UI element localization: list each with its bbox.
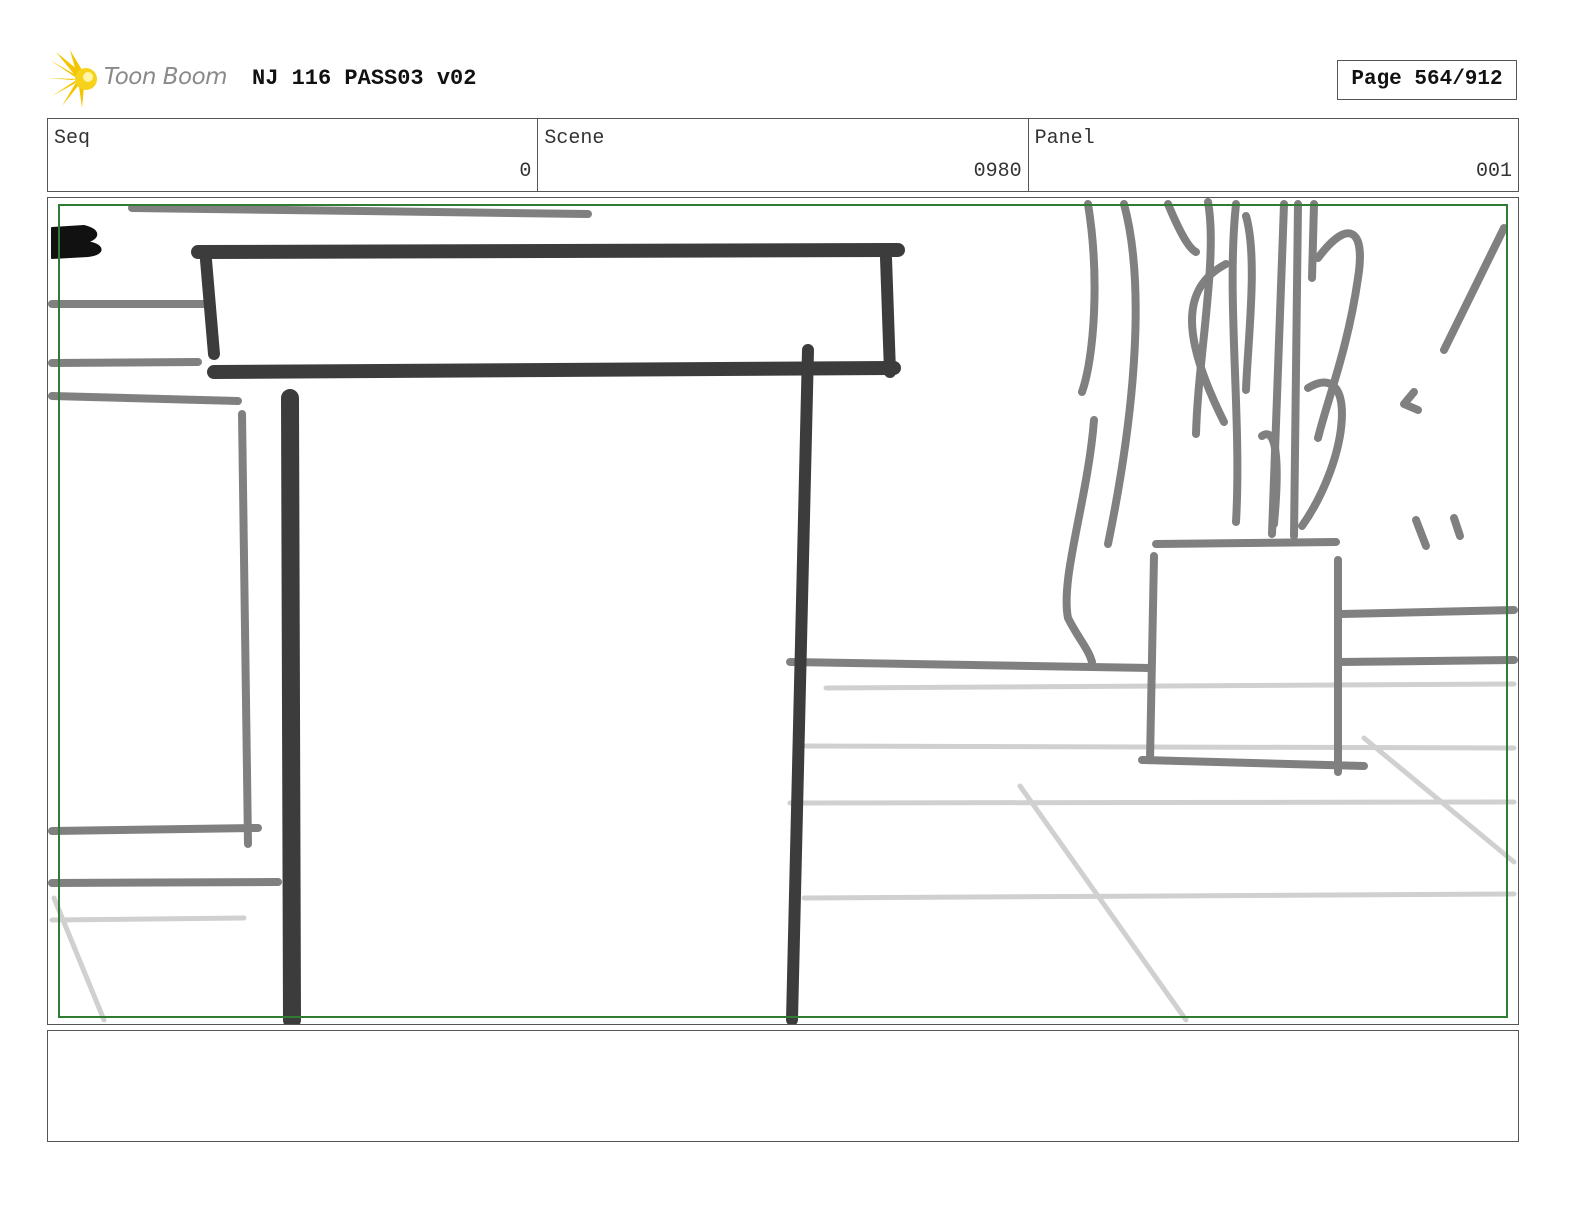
panel-sketch: [48, 198, 1518, 1024]
panel-info-row: Seq 0 Scene 0980 Panel 001: [47, 118, 1519, 192]
document-title: NJ 116 PASS03 v02: [252, 66, 477, 91]
seq-label: Seq: [54, 127, 91, 150]
seq-value: 0: [519, 160, 532, 183]
scene-cell: Scene 0980: [538, 119, 1029, 191]
table-foreground: [191, 243, 905, 1024]
panel-value: 001: [1475, 160, 1512, 183]
storyboard-panel: [47, 197, 1519, 1025]
panel-cell: Panel 001: [1029, 119, 1518, 191]
scene-value: 0980: [973, 160, 1022, 183]
panel-label: Panel: [1034, 127, 1095, 150]
logo-text: Toon Boom: [104, 64, 228, 90]
background-lines: [48, 198, 1518, 887]
panel-notes-box: [47, 1030, 1519, 1142]
seq-cell: Seq 0: [48, 119, 539, 191]
sun-burst-icon: [48, 50, 97, 108]
scene-label: Scene: [544, 127, 605, 150]
page-counter: Page 564/912: [1337, 60, 1517, 100]
floor-lines: [49, 681, 1517, 1023]
